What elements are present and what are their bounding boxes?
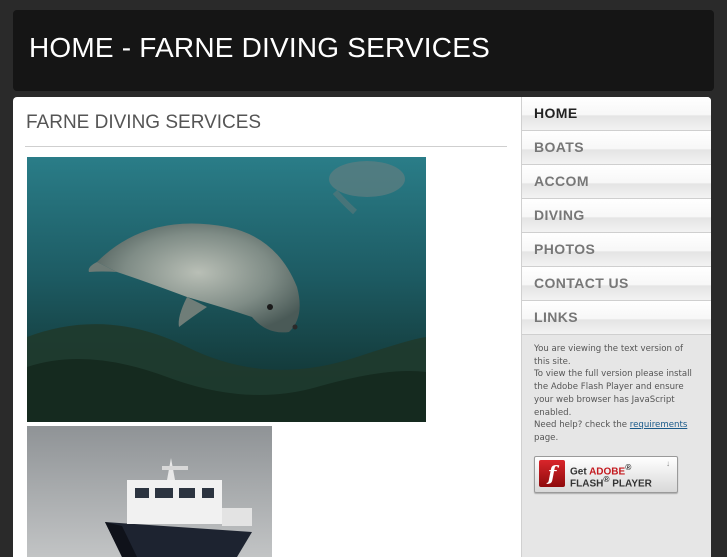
page-title: FARNE DIVING SERVICES xyxy=(26,112,262,133)
flash-brand-mark: ® xyxy=(625,462,632,472)
nav-item-label: HOME xyxy=(534,105,578,121)
nav-item-label: BOATS xyxy=(534,139,584,155)
nav-item-diving[interactable]: DIVING xyxy=(522,199,711,233)
nav-item-boats[interactable]: BOATS xyxy=(522,131,711,165)
page-container: FARNE DIVING SERVICES HOME BOATS ACCOM D… xyxy=(13,97,711,557)
nav-item-contact-us[interactable]: CONTACT US xyxy=(522,267,711,301)
flash-player-text: PLAYER xyxy=(609,478,652,490)
nav-item-label: CONTACT US xyxy=(534,275,629,291)
flash-badge-line-2: FLASH® PLAYER xyxy=(570,474,652,489)
main-content: FARNE DIVING SERVICES xyxy=(13,97,521,557)
nav-item-photos[interactable]: PHOTOS xyxy=(522,233,711,267)
nav-item-label: PHOTOS xyxy=(534,241,596,257)
notice-line-1: You are viewing the text version of this… xyxy=(534,344,684,367)
site-header: HOME - FARNE DIVING SERVICES xyxy=(13,10,714,91)
flash-product-text: FLASH xyxy=(570,478,604,490)
nav-item-home[interactable]: HOME xyxy=(522,97,711,131)
site-title: HOME - FARNE DIVING SERVICES xyxy=(29,32,490,63)
boat-photo xyxy=(27,426,272,557)
title-divider xyxy=(25,146,507,147)
flash-logo-icon: f xyxy=(539,460,565,487)
download-icon: ↓ xyxy=(666,459,670,468)
requirements-link[interactable]: requirements xyxy=(630,420,688,430)
nav-item-label: LINKS xyxy=(534,309,578,325)
notice-line-2: To view the full version please install … xyxy=(534,369,692,418)
seal-photo xyxy=(27,157,426,422)
notice-line-3: Need help? check the requirements page. xyxy=(534,419,694,444)
nav-item-label: DIVING xyxy=(534,207,585,223)
main-nav: HOME BOATS ACCOM DIVING PHOTOS CONTACT U… xyxy=(522,97,711,335)
nav-item-accom[interactable]: ACCOM xyxy=(522,165,711,199)
sidebar: HOME BOATS ACCOM DIVING PHOTOS CONTACT U… xyxy=(521,97,711,557)
notice-help-text: Need help? check the xyxy=(534,420,630,431)
nav-item-label: ACCOM xyxy=(534,173,589,189)
text-version-notice: You are viewing the text version of this… xyxy=(534,343,694,445)
get-flash-player-button[interactable]: f Get ADOBE® FLASH® PLAYER ↓ xyxy=(534,456,678,493)
nav-item-links[interactable]: LINKS xyxy=(522,301,711,335)
notice-page-text: page. xyxy=(534,432,559,443)
